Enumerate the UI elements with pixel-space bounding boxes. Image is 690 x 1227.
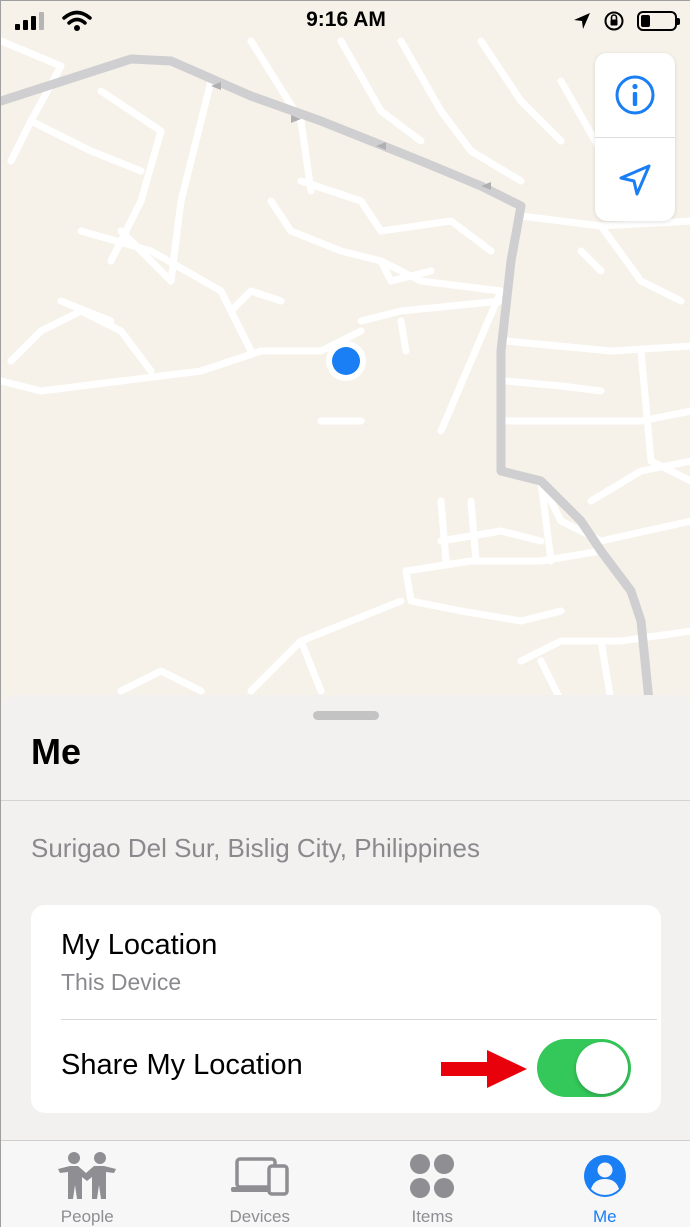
tab-people[interactable]: People [1,1141,174,1227]
tab-items[interactable]: Items [346,1141,519,1227]
tab-bar: People Devices Items Me [1,1140,690,1227]
battery-icon [637,11,680,31]
sheet-divider [1,800,690,801]
toggle-knob [576,1042,628,1094]
map-roads [1,37,690,721]
tab-people-label: People [60,1207,114,1226]
location-arrow-icon [619,164,651,195]
tab-devices[interactable]: Devices [174,1141,347,1227]
status-bar: 9:16 AM [1,1,690,41]
person-circle-icon [583,1155,626,1197]
track-location-button[interactable] [595,137,675,221]
tab-devices-label: Devices [229,1207,290,1226]
devices-icon [230,1157,289,1196]
share-location-toggle[interactable] [537,1039,631,1097]
me-sheet: Me Surigao Del Sur, Bislig City, Philipp… [1,695,690,1140]
my-location-device: This Device [61,969,182,995]
card-divider [61,1019,657,1020]
sheet-title: Me [31,731,82,772]
map-controls [595,53,675,221]
items-icon [410,1154,455,1198]
tab-items-label: Items [411,1207,454,1226]
map-info-button[interactable] [595,53,675,137]
tab-me[interactable]: Me [519,1141,690,1227]
map-view[interactable] [1,1,690,721]
current-address: Surigao Del Sur, Bislig City, Philippine… [31,833,480,863]
location-card: My Location This Device Share My Locatio… [31,905,661,1113]
status-time: 9:16 AM [306,8,386,31]
sheet-grabber[interactable] [313,711,379,720]
info-icon [615,75,655,115]
my-location-title: My Location [61,929,218,961]
share-location-label: Share My Location [61,1049,303,1081]
people-icon [58,1152,117,1199]
red-arrow-annotation-icon [441,1050,527,1088]
tab-me-label: Me [592,1207,617,1226]
location-dot [332,347,360,375]
